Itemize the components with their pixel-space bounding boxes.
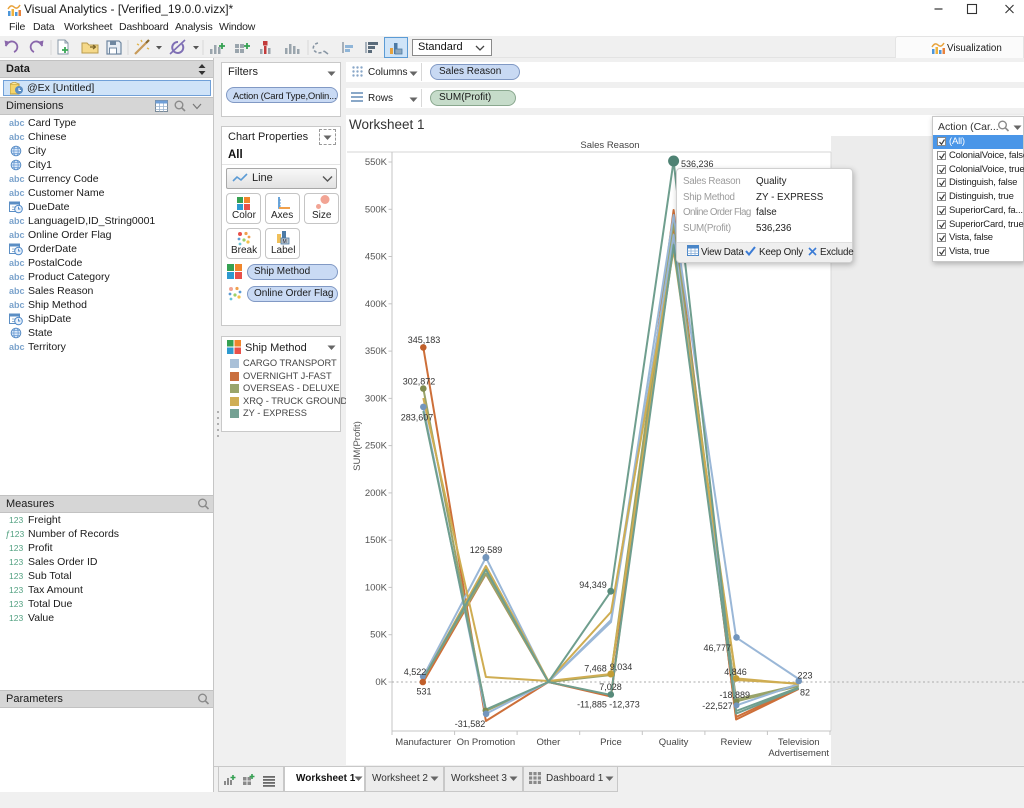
svg-text:Review: Review	[721, 737, 752, 748]
svg-text:0K: 0K	[375, 677, 387, 688]
svg-text:150K: 150K	[365, 535, 388, 546]
svg-text:9,034: 9,034	[610, 662, 633, 672]
svg-text:400K: 400K	[365, 299, 388, 310]
svg-text:223: 223	[797, 671, 812, 681]
svg-text:300K: 300K	[365, 393, 388, 404]
svg-text:Sales Reason: Sales Reason	[580, 140, 639, 151]
svg-text:-22,527: -22,527	[702, 701, 733, 711]
svg-text:82: 82	[800, 688, 810, 698]
svg-text:Television: Television	[778, 737, 820, 748]
svg-text:-11,885: -11,885	[577, 699, 607, 709]
svg-text:550K: 550K	[365, 157, 388, 168]
svg-text:450K: 450K	[365, 252, 388, 263]
svg-text:7,028: 7,028	[599, 682, 622, 692]
svg-text:283,607: 283,607	[401, 413, 434, 423]
svg-text:SUM(Profit): SUM(Profit)	[352, 421, 363, 471]
svg-text:Price: Price	[600, 737, 622, 748]
svg-text:Quality: Quality	[659, 737, 689, 748]
svg-text:Manufacturer: Manufacturer	[395, 737, 451, 748]
svg-text:Other: Other	[537, 737, 561, 748]
svg-text:500K: 500K	[365, 204, 388, 215]
svg-text:94,349: 94,349	[579, 580, 607, 590]
svg-text:4,846: 4,846	[724, 667, 747, 677]
svg-text:100K: 100K	[365, 582, 388, 593]
svg-text:-12,373: -12,373	[609, 700, 640, 710]
svg-text:129,589: 129,589	[470, 545, 503, 555]
svg-text:350K: 350K	[365, 346, 388, 357]
svg-text:4,522: 4,522	[404, 667, 427, 677]
svg-text:345,183: 345,183	[408, 335, 441, 345]
svg-text:46,777: 46,777	[704, 643, 732, 653]
svg-text:531: 531	[416, 686, 431, 696]
svg-text:Advertisement: Advertisement	[768, 748, 829, 759]
svg-text:50K: 50K	[370, 630, 388, 641]
svg-text:250K: 250K	[365, 441, 388, 452]
svg-text:302,872: 302,872	[403, 376, 436, 386]
svg-text:On Promotion: On Promotion	[457, 737, 516, 748]
svg-text:-18,889: -18,889	[720, 690, 751, 700]
svg-text:-31,582: -31,582	[455, 719, 486, 729]
svg-text:7,468: 7,468	[584, 664, 607, 674]
svg-text:200K: 200K	[365, 488, 388, 499]
